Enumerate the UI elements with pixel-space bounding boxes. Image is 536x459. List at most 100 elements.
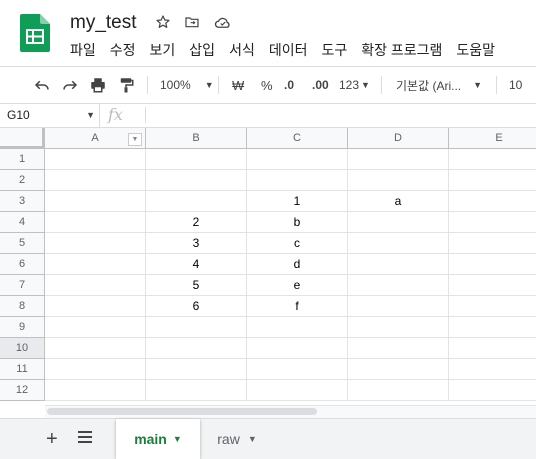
paint-format-icon[interactable] (117, 67, 135, 103)
currency-format-button[interactable]: ₩ (232, 67, 244, 103)
cell-E5[interactable] (449, 233, 536, 254)
row-header[interactable]: 7 (0, 275, 45, 296)
cell-A1[interactable] (45, 149, 146, 170)
decrease-decimal-button[interactable]: .0 (284, 67, 294, 103)
menu-tools[interactable]: 도구 (321, 40, 347, 60)
menu-insert[interactable]: 삽입 (189, 40, 215, 60)
cell-B5[interactable]: 3 (146, 233, 247, 254)
menu-edit[interactable]: 수정 (110, 40, 136, 60)
row-header[interactable]: 11 (0, 359, 45, 380)
sheets-logo-icon[interactable] (20, 14, 50, 52)
cell-B9[interactable] (146, 317, 247, 338)
cell-A12[interactable] (45, 380, 146, 401)
cell-C4[interactable]: b (247, 212, 348, 233)
cell-D6[interactable] (348, 254, 449, 275)
name-box[interactable]: G10 ▼ (0, 103, 100, 127)
star-icon[interactable] (153, 12, 173, 32)
cell-B6[interactable]: 4 (146, 254, 247, 275)
cell-E7[interactable] (449, 275, 536, 296)
cell-D2[interactable] (348, 170, 449, 191)
cell-B12[interactable] (146, 380, 247, 401)
cell-B10[interactable] (146, 338, 247, 359)
cell-C5[interactable]: c (247, 233, 348, 254)
cell-E8[interactable] (449, 296, 536, 317)
cell-B4[interactable]: 2 (146, 212, 247, 233)
number-format-select[interactable]: 123 ▼ (339, 67, 370, 103)
cell-B7[interactable]: 5 (146, 275, 247, 296)
cell-A10[interactable] (45, 338, 146, 359)
cell-D8[interactable] (348, 296, 449, 317)
percent-format-button[interactable]: % (261, 67, 273, 103)
row-header[interactable]: 1 (0, 149, 45, 170)
cell-E6[interactable] (449, 254, 536, 275)
all-sheets-icon[interactable] (77, 430, 93, 449)
cell-C3[interactable]: 1 (247, 191, 348, 212)
horizontal-scrollbar[interactable] (45, 405, 536, 418)
cell-C11[interactable] (247, 359, 348, 380)
move-folder-icon[interactable] (182, 12, 202, 32)
cell-E4[interactable] (449, 212, 536, 233)
cell-B11[interactable] (146, 359, 247, 380)
increase-decimal-button[interactable]: .00 (312, 67, 329, 103)
row-header[interactable]: 2 (0, 170, 45, 191)
document-title[interactable]: my_test (70, 12, 137, 34)
cell-A4[interactable] (45, 212, 146, 233)
cell-A8[interactable] (45, 296, 146, 317)
cloud-saved-icon[interactable] (213, 12, 233, 32)
menu-format[interactable]: 서식 (229, 40, 255, 60)
cell-E11[interactable] (449, 359, 536, 380)
column-header[interactable]: E (449, 128, 536, 149)
menu-help[interactable]: 도움말 (456, 40, 495, 60)
cell-C8[interactable]: f (247, 296, 348, 317)
sheet-tab-raw[interactable]: raw ▼ (204, 419, 270, 459)
scrollbar-thumb[interactable] (47, 408, 317, 415)
redo-icon[interactable] (61, 67, 79, 103)
cell-A3[interactable] (45, 191, 146, 212)
cell-A11[interactable] (45, 359, 146, 380)
menu-file[interactable]: 파일 (70, 40, 96, 60)
cell-E3[interactable] (449, 191, 536, 212)
cell-B2[interactable] (146, 170, 247, 191)
print-icon[interactable] (89, 67, 107, 103)
cell-A5[interactable] (45, 233, 146, 254)
cell-E12[interactable] (449, 380, 536, 401)
cell-D5[interactable] (348, 233, 449, 254)
add-sheet-icon[interactable]: + (46, 428, 58, 451)
cell-D3[interactable]: a (348, 191, 449, 212)
zoom-select[interactable]: 100% ▼ (160, 67, 214, 103)
cell-B1[interactable] (146, 149, 247, 170)
select-all-corner[interactable] (0, 128, 45, 149)
row-header[interactable]: 6 (0, 254, 45, 275)
menu-data[interactable]: 데이터 (269, 40, 308, 60)
cell-D11[interactable] (348, 359, 449, 380)
font-size-input[interactable]: 10 (509, 67, 522, 103)
cell-D10[interactable] (348, 338, 449, 359)
cell-C1[interactable] (247, 149, 348, 170)
cell-D7[interactable] (348, 275, 449, 296)
row-header[interactable]: 12 (0, 380, 45, 401)
filter-dropdown-icon[interactable]: ▼ (128, 133, 142, 146)
cell-C12[interactable] (247, 380, 348, 401)
cell-C7[interactable]: e (247, 275, 348, 296)
row-header[interactable]: 9 (0, 317, 45, 338)
cell-E9[interactable] (449, 317, 536, 338)
cell-E2[interactable] (449, 170, 536, 191)
cell-A2[interactable] (45, 170, 146, 191)
cell-A6[interactable] (45, 254, 146, 275)
cell-A9[interactable] (45, 317, 146, 338)
undo-icon[interactable] (33, 67, 51, 103)
column-header[interactable]: B (146, 128, 247, 149)
cell-B8[interactable]: 6 (146, 296, 247, 317)
row-header[interactable]: 8 (0, 296, 45, 317)
column-header[interactable]: D (348, 128, 449, 149)
sheet-tab-main[interactable]: main ▼ (116, 419, 200, 459)
cell-B3[interactable] (146, 191, 247, 212)
formula-input[interactable] (152, 103, 536, 127)
cell-D1[interactable] (348, 149, 449, 170)
cell-D9[interactable] (348, 317, 449, 338)
row-header[interactable]: 4 (0, 212, 45, 233)
menu-view[interactable]: 보기 (150, 40, 176, 60)
cell-C10[interactable] (247, 338, 348, 359)
row-header[interactable]: 3 (0, 191, 45, 212)
cell-C6[interactable]: d (247, 254, 348, 275)
